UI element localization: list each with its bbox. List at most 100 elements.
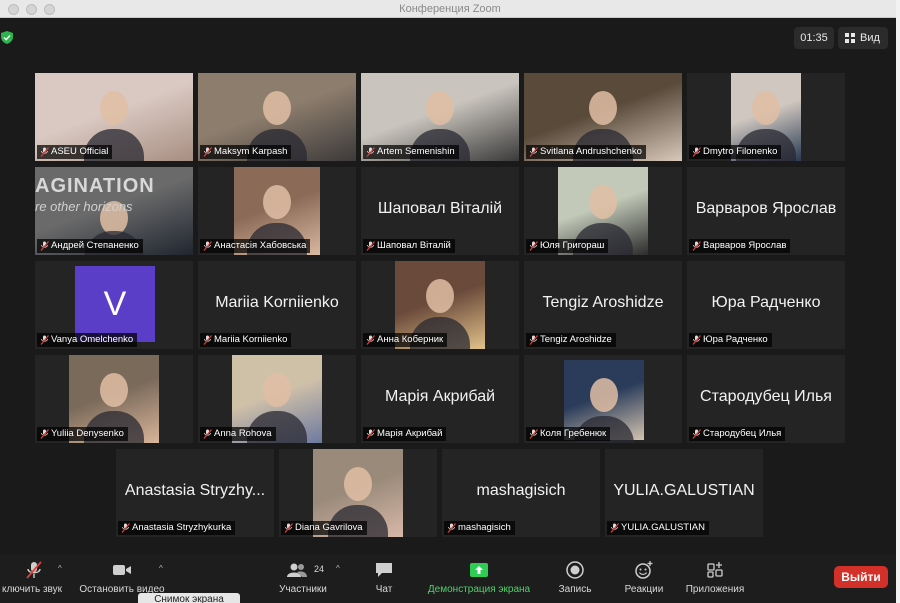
microphone-muted-icon: [203, 147, 212, 157]
participant-tile[interactable]: Анна Коберник: [361, 261, 519, 349]
participant-tile[interactable]: Diana Gavrilova: [279, 449, 437, 537]
mute-caret-icon[interactable]: ^: [58, 564, 62, 573]
participant-tile[interactable]: Anastasia Stryzhy... Anastasia Stryzhykur…: [116, 449, 274, 537]
participants-caret-icon[interactable]: ^: [336, 564, 340, 573]
participant-display-name: YULIA.GALUSTIAN: [613, 482, 755, 499]
share-screen-label: Демонстрация экрана: [427, 584, 531, 595]
participant-tile[interactable]: Anna Rohova: [198, 355, 356, 443]
microphone-muted-icon: [366, 241, 375, 251]
microphone-muted-icon: [692, 335, 701, 345]
participant-name-tag: Коля Гребенюк: [526, 427, 611, 441]
participant-tile[interactable]: mashagisich mashagisich: [442, 449, 600, 537]
participant-tile[interactable]: Юра Радченко Юра Радченко: [687, 261, 845, 349]
mute-button[interactable]: ^ ключить звук: [0, 555, 68, 603]
screenshot-tooltip: Снимок экрана: [138, 593, 240, 603]
participant-tile[interactable]: Maksym Karpash: [198, 73, 356, 161]
participant-name: Dmytro Filonenko: [703, 146, 778, 157]
participant-name-tag: Tengiz Aroshidze: [526, 333, 616, 347]
apps-icon: [707, 562, 723, 578]
participant-name-tag: Стародубец Илья: [689, 427, 786, 441]
participant-name: Mariia Korniienko: [214, 334, 288, 345]
participant-tile[interactable]: Юля Григораш: [524, 167, 682, 255]
participant-name-tag: Diana Gavrilova: [281, 521, 367, 535]
participant-tile[interactable]: Стародубец Илья Стародубец Илья: [687, 355, 845, 443]
participant-tile[interactable]: ASEU Official: [35, 73, 193, 161]
participant-tile[interactable]: Artem Semenishin: [361, 73, 519, 161]
person-silhouette: [590, 378, 618, 412]
participant-name-tag: Юля Григораш: [526, 239, 609, 253]
participant-tile[interactable]: Mariia Korniienko Mariia Korniienko: [198, 261, 356, 349]
chat-bubble-icon: [376, 563, 392, 577]
participant-name: Anastasia Stryzhykurka: [132, 522, 232, 533]
participant-tile[interactable]: Коля Гребенюк: [524, 355, 682, 443]
participant-tile[interactable]: Dmytro Filonenko: [687, 73, 845, 161]
participant-name: Коля Гребенюк: [540, 428, 607, 439]
participant-tile[interactable]: Марія Акрибай Марія Акрибай: [361, 355, 519, 443]
participant-name: ASEU Official: [51, 146, 109, 157]
share-screen-button[interactable]: Демонстрация экрана: [420, 555, 538, 603]
participant-name: Шаповал Віталій: [377, 240, 451, 251]
microphone-muted-icon: [529, 335, 538, 345]
participant-name: Анна Коберник: [377, 334, 444, 345]
reactions-label: Реакции: [624, 584, 664, 595]
record-icon: [566, 561, 584, 579]
participant-name: Анастасія Хабовська: [214, 240, 307, 251]
video-caret-icon[interactable]: ^: [159, 564, 163, 573]
microphone-muted-icon: [203, 241, 212, 251]
participant-name-tag: Анна Коберник: [363, 333, 448, 347]
participant-tile[interactable]: Варваров Ярослав Варваров Ярослав: [687, 167, 845, 255]
microphone-muted-icon: [40, 241, 49, 251]
participant-name-tag: ASEU Official: [37, 145, 113, 159]
participant-display-name: Марія Акрибай: [384, 388, 496, 405]
participant-name-tag: Андрей Степаненко: [37, 239, 143, 253]
record-button[interactable]: Запись: [552, 555, 598, 603]
participant-name: Марія Акрибай: [377, 428, 443, 439]
background-banner-text: AGINATION: [35, 175, 155, 197]
microphone-muted-icon: [121, 523, 130, 533]
participant-name-tag: Mariia Korniienko: [200, 333, 292, 347]
participant-display-name: Юра Радченко: [711, 294, 821, 311]
participant-name: Diana Gavrilova: [295, 522, 363, 533]
leave-button[interactable]: Выйти: [834, 566, 888, 588]
person-silhouette: [100, 91, 128, 125]
microphone-muted-icon: [366, 335, 375, 345]
participant-name-tag: Марія Акрибай: [363, 427, 447, 441]
participant-name: mashagisich: [458, 522, 511, 533]
participant-tile[interactable]: Tengiz Aroshidze Tengiz Aroshidze: [524, 261, 682, 349]
participant-name-tag: Anna Rohova: [200, 427, 276, 441]
participant-tile[interactable]: V Vanya Omelchenko: [35, 261, 193, 349]
participant-display-name: Шаповал Віталій: [377, 200, 503, 217]
microphone-muted-icon: [692, 429, 701, 439]
apps-button[interactable]: Приложения: [680, 555, 750, 603]
participants-button[interactable]: 24 ^ Участники: [272, 555, 340, 603]
participant-tile[interactable]: Шаповал Віталій Шаповал Віталій: [361, 167, 519, 255]
person-silhouette: [426, 279, 454, 313]
participant-name-tag: Dmytro Filonenko: [689, 145, 782, 159]
participant-tile[interactable]: Yuliia Denysenko: [35, 355, 193, 443]
view-button[interactable]: Вид: [838, 27, 888, 49]
participant-tile[interactable]: YULIA.GALUSTIAN YULIA.GALUSTIAN: [605, 449, 763, 537]
participant-display-name: Tengiz Aroshidze: [542, 294, 664, 311]
microphone-muted-icon: [284, 523, 293, 533]
participant-tile[interactable]: Анастасія Хабовська: [198, 167, 356, 255]
shield-icon[interactable]: [1, 31, 13, 44]
microphone-muted-icon: [203, 335, 212, 345]
apps-label: Приложения: [685, 584, 745, 595]
share-screen-icon: [470, 563, 488, 577]
participant-name-tag: Юра Радченко: [689, 333, 772, 347]
chat-button[interactable]: Чат: [364, 555, 404, 603]
microphone-muted-icon: [692, 147, 701, 157]
microphone-muted-icon: [529, 429, 538, 439]
participant-display-name: Стародубец Илья: [700, 388, 832, 405]
participant-name: Юра Радченко: [703, 334, 768, 345]
person-silhouette: [100, 373, 128, 407]
record-label: Запись: [558, 584, 592, 595]
participants-label: Участники: [279, 584, 327, 595]
person-silhouette: [752, 91, 780, 125]
participant-tile[interactable]: AGINATION re other horizons Андрей Степане…: [35, 167, 193, 255]
participant-name-tag: Artem Semenishin: [363, 145, 459, 159]
participant-tile[interactable]: Svitlana Andrushchenko: [524, 73, 682, 161]
participant-display-name: Mariia Korniienko: [215, 294, 339, 311]
reactions-button[interactable]: Реакции: [618, 555, 670, 603]
participant-name: Tengiz Aroshidze: [540, 334, 612, 345]
